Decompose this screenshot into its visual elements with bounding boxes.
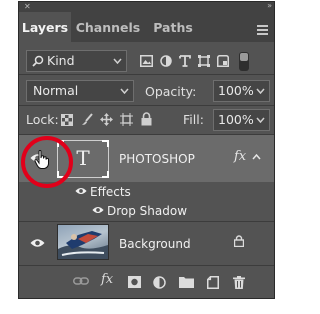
filter-toggle-switch[interactable]: [239, 52, 249, 71]
drop-shadow-row[interactable]: Drop Shadow: [19, 201, 274, 221]
add-layer-style-button[interactable]: fx: [101, 272, 113, 287]
panel-menu-icon[interactable]: [257, 25, 268, 37]
background-thumbnail[interactable]: [57, 224, 109, 260]
layer-fx-badge[interactable]: fx: [234, 149, 246, 164]
close-panel-icon[interactable]: ✕: [24, 2, 31, 11]
opacity-label: Opacity:: [145, 84, 197, 99]
hand-pointer-cursor-icon: [34, 150, 49, 169]
chevron-up-icon[interactable]: [252, 154, 261, 160]
pixel-layer-filter-icon[interactable]: [140, 55, 153, 67]
new-adjustment-layer-icon[interactable]: [153, 276, 166, 289]
layer-row-background[interactable]: Background: [19, 222, 274, 265]
chevron-down-icon: [256, 117, 265, 123]
shape-layer-filter-icon[interactable]: [198, 55, 210, 67]
lock-transparency-icon[interactable]: [61, 114, 73, 126]
add-mask-icon[interactable]: [128, 276, 141, 288]
lock-position-move-icon[interactable]: [100, 113, 113, 126]
filter-kind-select[interactable]: Kind: [26, 50, 127, 72]
drop-shadow-label: Drop Shadow: [107, 204, 188, 218]
layers-bottom-toolbar: fx: [19, 266, 274, 298]
adjustment-layer-filter-icon[interactable]: [160, 55, 172, 67]
effects-label: Effects: [90, 185, 131, 199]
new-layer-icon[interactable]: [207, 276, 219, 289]
lock-artboard-icon[interactable]: [120, 113, 133, 126]
panel-top-strip: ✕ »: [19, 2, 274, 12]
filter-kind-label: Kind: [47, 53, 75, 68]
new-group-folder-icon[interactable]: [179, 276, 194, 288]
blend-mode-value: Normal: [33, 83, 79, 98]
layer-name-photoshop[interactable]: PHOTOSHOP: [119, 152, 195, 166]
smart-object-filter-icon[interactable]: [217, 55, 229, 67]
lock-all-icon[interactable]: [141, 112, 152, 126]
chevron-down-icon: [256, 88, 265, 94]
lock-pixels-brush-icon[interactable]: [81, 113, 93, 126]
link-layers-icon[interactable]: [73, 276, 89, 286]
search-icon: [32, 55, 44, 67]
layer-name-background[interactable]: Background: [119, 237, 191, 251]
chevron-down-icon: [113, 58, 122, 64]
eye-icon[interactable]: [75, 187, 87, 195]
lock-icon: [234, 235, 244, 247]
lock-row: Lock: Fill: 100%: [19, 106, 274, 134]
eye-icon[interactable]: [30, 238, 45, 248]
background-photo-image: [58, 231, 108, 259]
tab-paths[interactable]: Paths: [146, 12, 200, 42]
delete-layer-trash-icon[interactable]: [233, 276, 245, 289]
fill-label: Fill:: [183, 112, 204, 127]
opacity-input[interactable]: 100%: [213, 80, 270, 102]
chevron-down-icon: [120, 88, 129, 94]
collapse-panel-icon[interactable]: »: [267, 2, 272, 10]
tab-channels[interactable]: Channels: [72, 12, 144, 42]
tab-layers[interactable]: Layers: [19, 12, 71, 42]
lock-label: Lock:: [26, 112, 59, 127]
eye-icon[interactable]: [92, 206, 104, 214]
fill-input[interactable]: 100%: [213, 109, 270, 131]
blend-mode-select[interactable]: Normal: [26, 80, 134, 102]
type-layer-filter-icon[interactable]: [179, 55, 191, 67]
filter-row: Kind: [19, 42, 274, 74]
blend-row: Normal Opacity: 100%: [19, 75, 274, 105]
fill-value: 100%: [218, 112, 254, 127]
opacity-value: 100%: [218, 83, 254, 98]
panel-tab-bar: Layers Channels Paths: [19, 12, 274, 42]
